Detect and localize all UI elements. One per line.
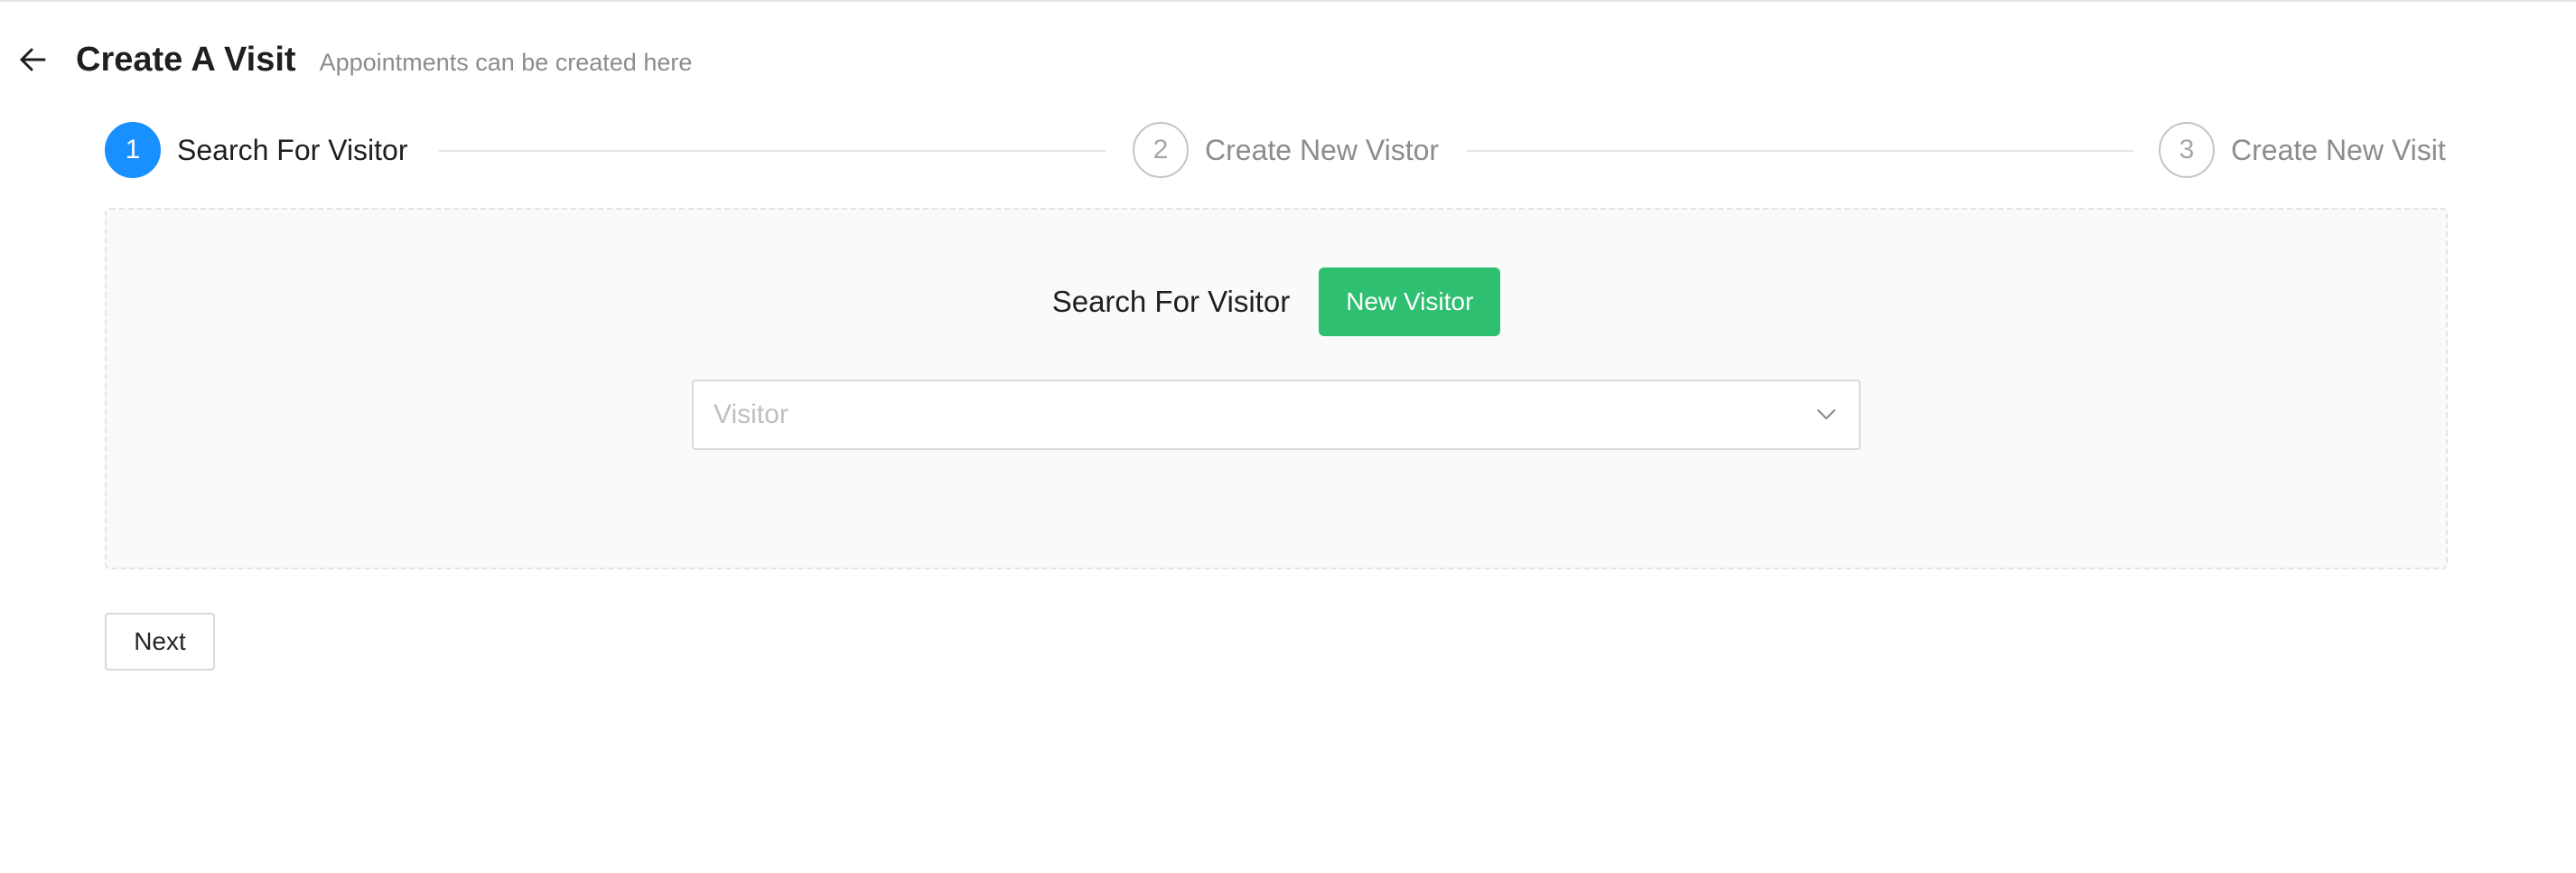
step-connector-2 <box>1467 150 2133 152</box>
step-number-2: 2 <box>1133 122 1189 178</box>
chevron-down-icon <box>1814 402 1839 427</box>
step-create-new-visitor[interactable]: 2 Create New Vistor <box>1133 121 1439 179</box>
create-visit-page: Create A Visit Appointments can be creat… <box>0 0 2576 873</box>
search-for-visitor-label: Search For Visitor <box>1051 285 1291 318</box>
visitor-select[interactable]: Visitor <box>692 380 1861 450</box>
step-content-panel: Search For Visitor New Visitor Visitor <box>105 208 2448 569</box>
page-header: Create A Visit Appointments can be creat… <box>16 27 692 92</box>
search-row: Search For Visitor New Visitor <box>107 268 2446 336</box>
step-number-1: 1 <box>105 122 161 178</box>
page-title: Create A Visit <box>76 40 296 79</box>
new-visitor-button[interactable]: New Visitor <box>1319 268 1501 336</box>
arrow-left-icon <box>20 48 46 71</box>
step-search-for-visitor[interactable]: 1 Search For Visitor <box>105 121 408 179</box>
step-create-new-visit[interactable]: 3 Create New Visit <box>2159 121 2446 179</box>
visitor-select-placeholder: Visitor <box>714 399 789 429</box>
step-label-2: Create New Vistor <box>1205 133 1440 166</box>
step-label-3: Create New Visit <box>2231 133 2446 166</box>
back-button[interactable] <box>16 43 49 76</box>
page-subtitle: Appointments can be created here <box>319 48 693 76</box>
step-number-3: 3 <box>2159 122 2215 178</box>
step-connector-1 <box>439 150 1106 152</box>
steps-progress: 1 Search For Visitor 2 Create New Vistor… <box>105 121 2446 179</box>
next-button[interactable]: Next <box>105 613 215 671</box>
step-label-1: Search For Visitor <box>177 133 408 166</box>
